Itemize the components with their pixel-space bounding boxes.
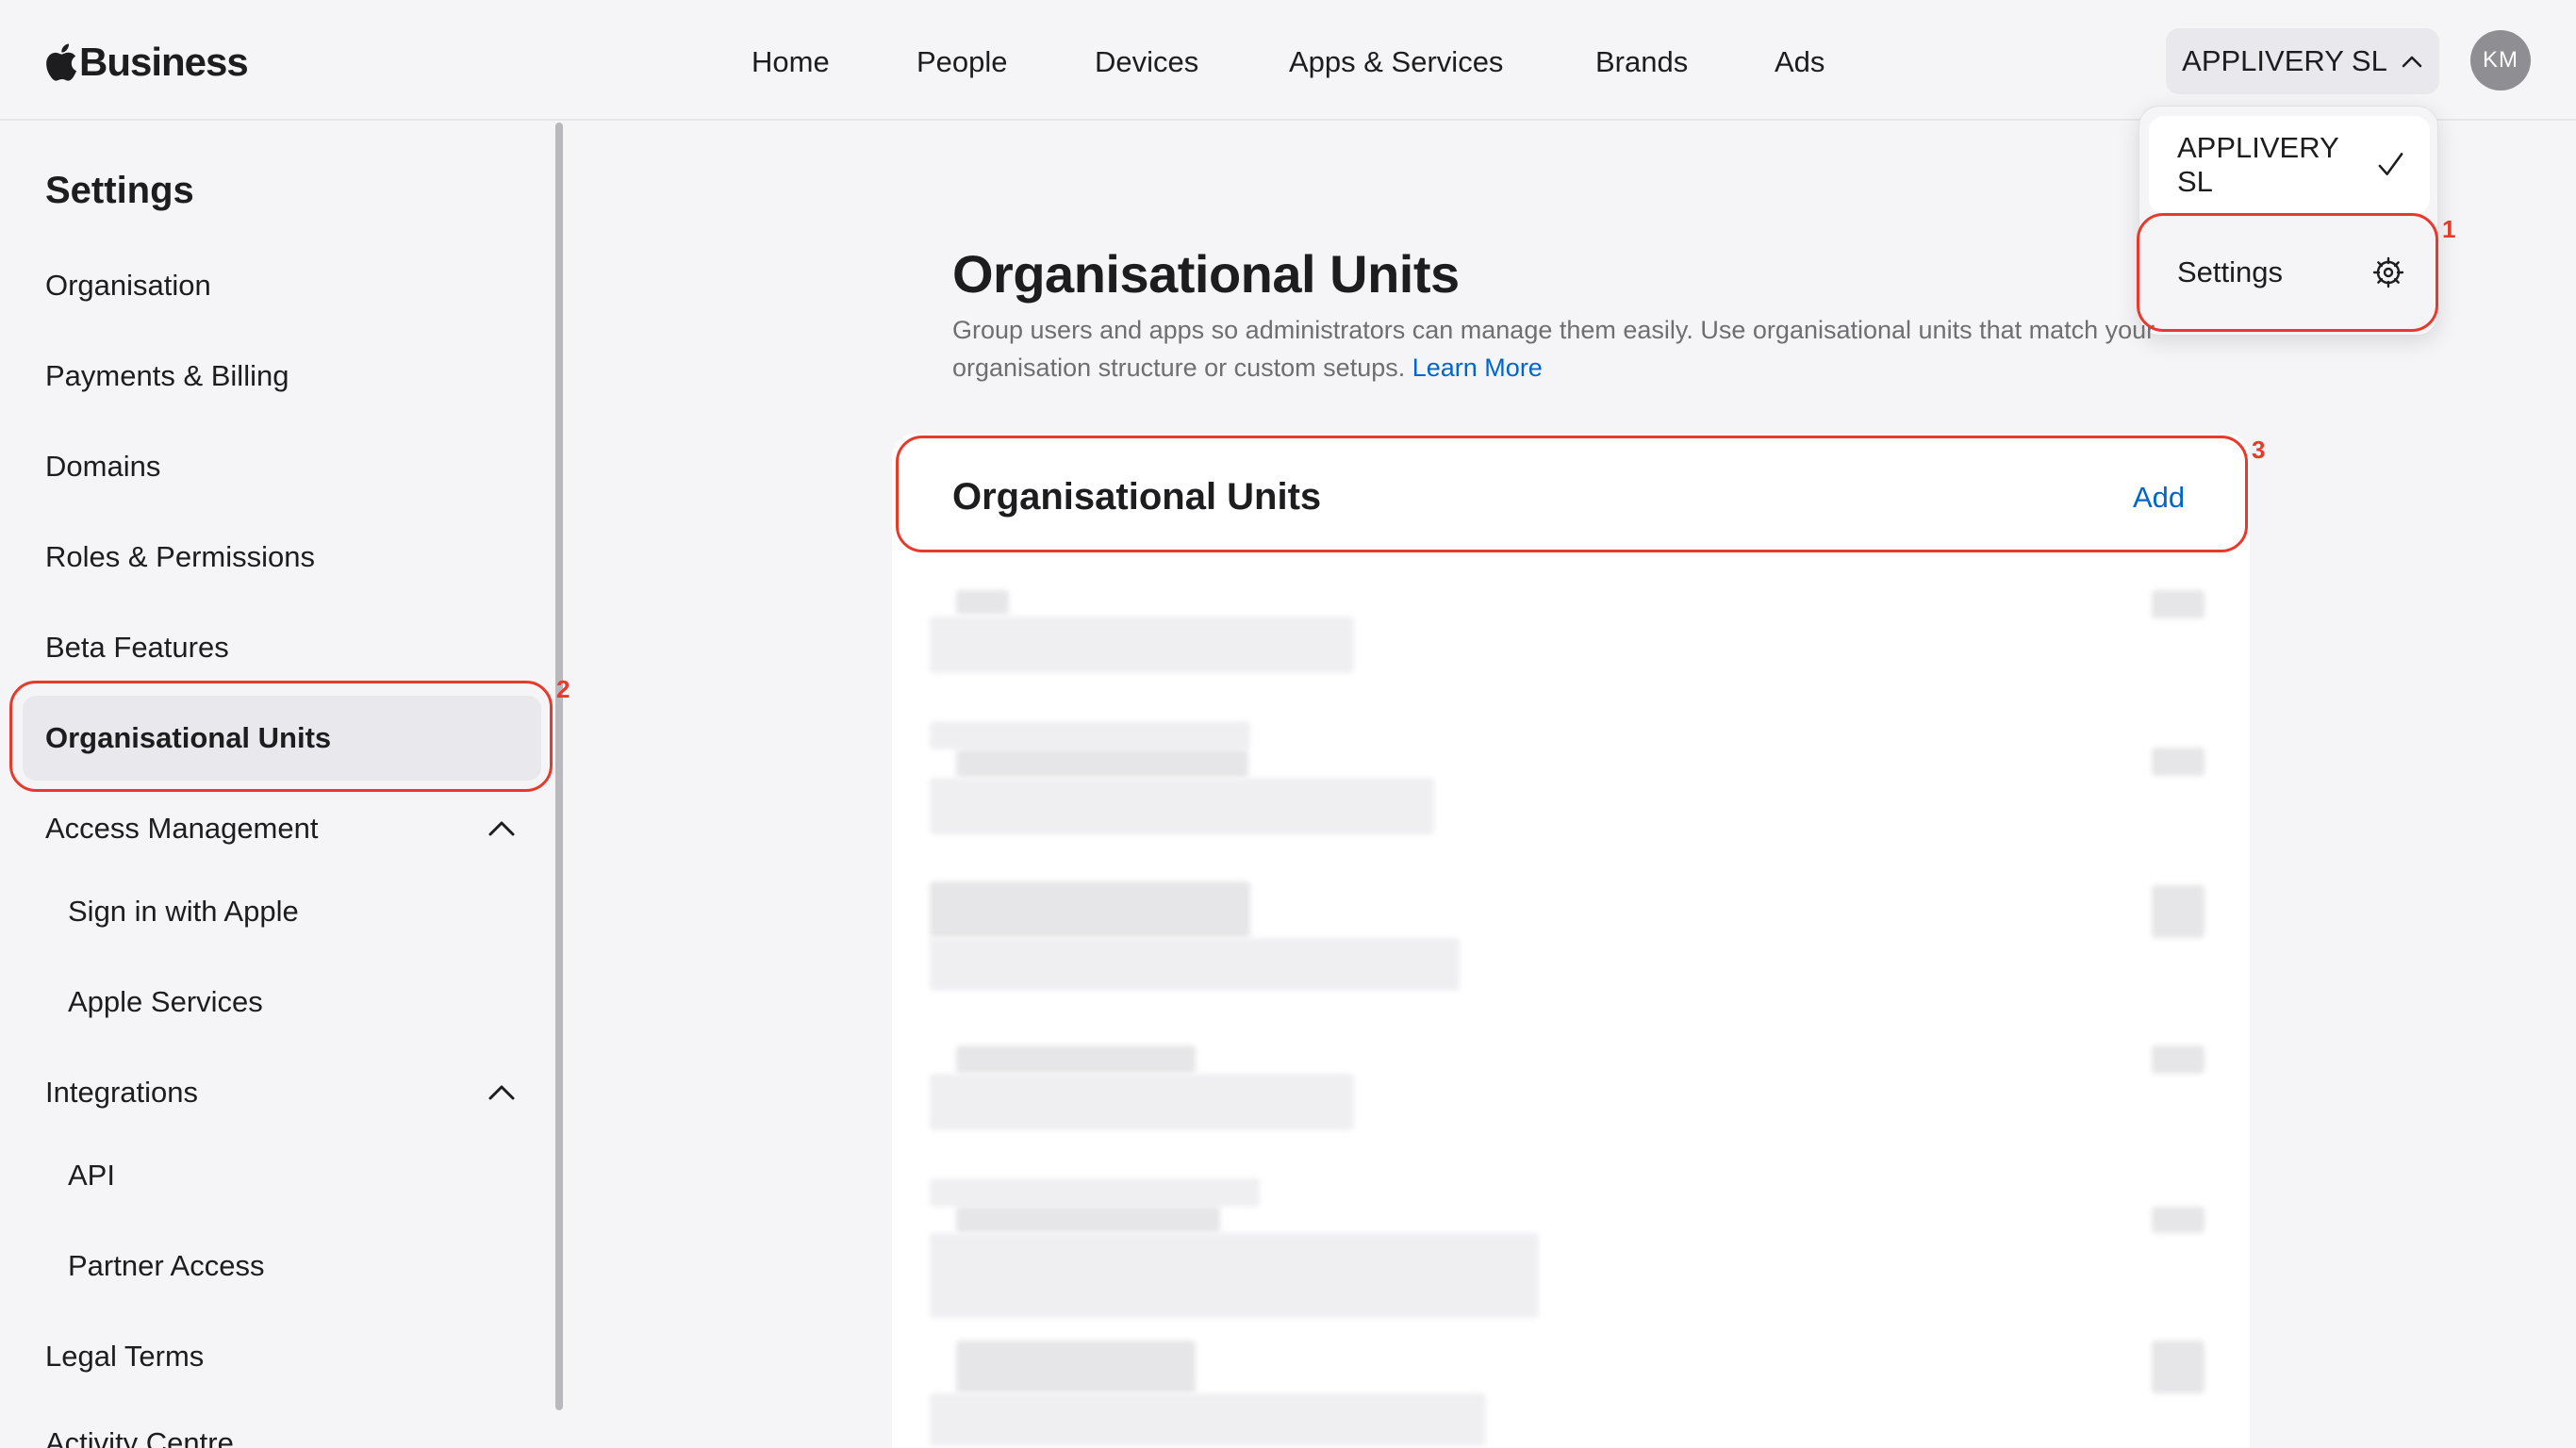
redacted-placeholder <box>930 778 1434 834</box>
list-item[interactable] <box>930 1178 2214 1318</box>
redacted-placeholder <box>930 938 1460 991</box>
redacted-placeholder <box>956 1045 1196 1074</box>
org-selector-label: APPLIVERY SL <box>2182 44 2387 77</box>
dropdown-settings-label: Settings <box>2177 255 2284 288</box>
sidebar-item-domains[interactable]: Domains <box>45 448 160 485</box>
page-description-text: Group users and apps so administrators c… <box>952 316 2155 382</box>
redacted-placeholder <box>2152 1207 2204 1233</box>
dropdown-settings-item[interactable]: Settings <box>2149 223 2430 321</box>
sidebar-item-apple-services[interactable]: Apple Services <box>68 983 263 1021</box>
redacted-placeholder <box>2152 590 2204 618</box>
org-selector-button[interactable]: APPLIVERY SL <box>2166 28 2439 94</box>
sidebar-item-organisation[interactable]: Organisation <box>45 267 211 304</box>
redacted-placeholder <box>2152 1341 2204 1393</box>
list-item[interactable] <box>930 1042 2214 1164</box>
list-item[interactable] <box>930 1341 2214 1448</box>
sidebar-item-beta-features[interactable]: Beta Features <box>45 629 229 666</box>
list-item[interactable] <box>930 721 2214 844</box>
sidebar-item-legal-terms[interactable]: Legal Terms <box>45 1338 204 1375</box>
nav-apps-services[interactable]: Apps & Services <box>1289 41 1503 83</box>
redacted-placeholder <box>930 1178 1260 1207</box>
page-description: Group users and apps so administrators c… <box>952 311 2159 387</box>
annotation-number-3: 3 <box>2252 436 2266 464</box>
redacted-placeholder <box>2152 885 2204 938</box>
redacted-placeholder <box>956 1207 1220 1233</box>
nav-home[interactable]: Home <box>751 41 830 83</box>
sidebar-item-sign-in-with-apple[interactable]: Sign in with Apple <box>68 893 299 930</box>
checkmark-icon <box>2378 153 2403 175</box>
redacted-placeholder <box>930 1393 1486 1446</box>
list-item[interactable] <box>930 577 2214 699</box>
sidebar-item-activity-centre[interactable]: Activity Centre <box>45 1424 234 1448</box>
nav-brands[interactable]: Brands <box>1595 41 1688 83</box>
gear-icon <box>2372 256 2404 288</box>
nav-people[interactable]: People <box>916 41 1008 83</box>
sidebar-scrollbar[interactable] <box>555 123 563 1410</box>
access-management-chevron-up-icon[interactable] <box>485 812 519 846</box>
user-avatar[interactable]: KM <box>2470 30 2531 90</box>
dropdown-org-item[interactable]: APPLIVERY SL <box>2149 116 2430 214</box>
redacted-placeholder <box>930 721 1250 749</box>
integrations-chevron-up-icon[interactable] <box>485 1076 519 1110</box>
avatar-initials: KM <box>2483 47 2518 73</box>
redacted-placeholder <box>930 1074 1354 1130</box>
sidebar-item-access-management[interactable]: Access Management <box>45 810 318 847</box>
nav-ads[interactable]: Ads <box>1775 41 1825 83</box>
redacted-placeholder <box>930 617 1354 673</box>
add-button[interactable]: Add <box>2133 481 2185 515</box>
sidebar-item-roles-permissions[interactable]: Roles & Permissions <box>45 538 315 576</box>
redacted-placeholder <box>956 590 1009 615</box>
top-header: Business Home People Devices Apps & Serv… <box>0 0 2576 121</box>
sidebar-item-integrations[interactable]: Integrations <box>45 1074 198 1111</box>
sidebar-item-organisational-units[interactable]: Organisational Units <box>45 719 331 757</box>
annotation-number-2: 2 <box>556 675 570 703</box>
chevron-up-icon <box>2402 56 2422 68</box>
redacted-placeholder <box>930 881 1250 938</box>
redacted-placeholder <box>956 749 1248 778</box>
learn-more-link[interactable]: Learn More <box>1412 354 1543 382</box>
card-title: Organisational Units <box>952 476 1322 518</box>
sidebar-item-api[interactable]: API <box>68 1157 115 1194</box>
page-title: Organisational Units <box>952 244 1460 304</box>
sidebar-title: Settings <box>45 170 194 211</box>
redacted-placeholder <box>2152 1045 2204 1074</box>
sidebar-item-payments-billing[interactable]: Payments & Billing <box>45 357 289 395</box>
org-dropdown-menu: APPLIVERY SL Settings <box>2138 106 2438 336</box>
sidebar-item-partner-access[interactable]: Partner Access <box>68 1247 264 1285</box>
nav-devices[interactable]: Devices <box>1095 41 1198 83</box>
annotation-number-1: 1 <box>2442 215 2456 243</box>
redacted-placeholder <box>2152 748 2204 776</box>
redacted-placeholder <box>930 1233 1539 1318</box>
dropdown-org-label: APPLIVERY SL <box>2177 131 2339 198</box>
redacted-placeholder <box>956 1341 1196 1393</box>
list-item[interactable] <box>930 881 2214 1004</box>
